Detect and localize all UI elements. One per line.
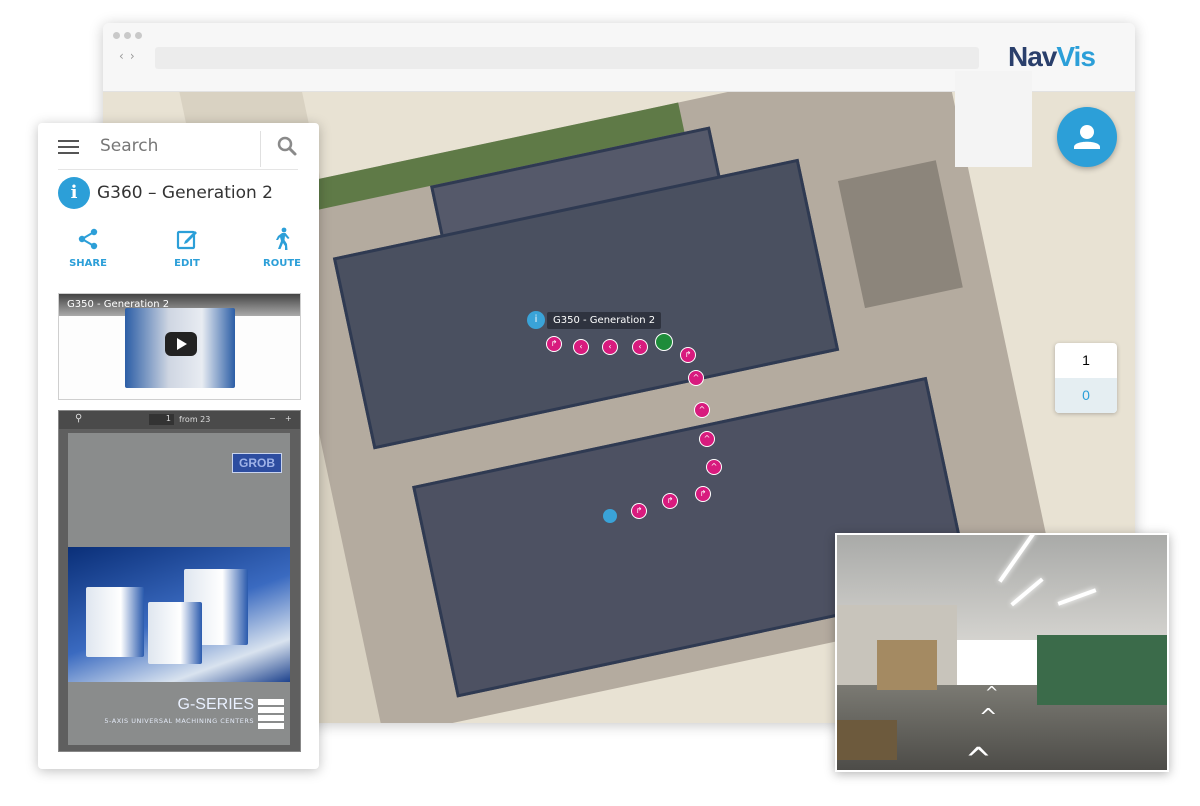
edit-icon xyxy=(176,230,197,250)
route-step-icon[interactable]: ^ xyxy=(706,459,722,475)
route-step-icon[interactable]: ‹ xyxy=(573,339,589,355)
brochure-headline: G-SERIES xyxy=(177,696,254,713)
share-button[interactable]: SHARE xyxy=(58,227,118,269)
info-icon: i xyxy=(58,177,90,209)
info-panel: Search i G360 – Generation 2 SHARE EDIT … xyxy=(38,123,319,769)
navvis-logo: NavVis xyxy=(1008,41,1096,73)
browser-nav: ‹ › xyxy=(119,49,141,63)
pdf-page: GROB G-SERIES 5-AXIS UNIVERSAL MACHINING… xyxy=(68,433,290,745)
user-icon xyxy=(1074,125,1100,149)
floor-button-active[interactable]: 0 xyxy=(1055,378,1117,413)
floor-button[interactable]: 1 xyxy=(1055,343,1117,378)
panorama-view[interactable]: ^ ^ ^ xyxy=(835,533,1169,772)
play-icon[interactable] xyxy=(165,332,197,356)
zoom-in-button[interactable]: + xyxy=(285,414,292,423)
poi-title: G360 – Generation 2 xyxy=(97,183,273,203)
chevron-right-icon[interactable]: › xyxy=(130,49,135,63)
window-dot[interactable] xyxy=(135,32,142,39)
page-input[interactable]: 1 xyxy=(149,414,174,425)
address-bar[interactable] xyxy=(155,47,979,69)
window-controls xyxy=(113,32,142,39)
divider xyxy=(58,169,298,170)
info-icon: i xyxy=(527,311,545,329)
route-step-icon[interactable]: ^ xyxy=(694,402,710,418)
floor-selector: 1 0 xyxy=(1055,343,1117,413)
route-step-icon[interactable]: ↱ xyxy=(546,336,562,352)
brochure-photo xyxy=(68,547,290,682)
pdf-toolbar: ⚲ 1 from 23 − + xyxy=(59,411,300,429)
route-step-icon[interactable]: ‹ xyxy=(602,339,618,355)
loading-area xyxy=(837,160,963,309)
route-step-icon[interactable]: ^ xyxy=(688,370,704,386)
edit-button[interactable]: EDIT xyxy=(157,227,217,269)
pdf-viewer[interactable]: ⚲ 1 from 23 − + GROB G-SERIES 5-AXIS UNI… xyxy=(58,410,301,752)
cardboard-boxes xyxy=(877,640,937,690)
video-player[interactable]: G350 - Generation 2 xyxy=(58,293,301,400)
grob-logo: GROB xyxy=(232,453,282,473)
route-label: ROUTE xyxy=(263,258,301,269)
user-button[interactable] xyxy=(1057,107,1117,167)
logo-vis: Vis xyxy=(1056,41,1096,72)
route-step-icon[interactable]: ↱ xyxy=(662,493,678,509)
logo-nav: Nav xyxy=(1008,41,1057,72)
current-location-icon xyxy=(603,509,617,523)
share-icon xyxy=(78,228,98,250)
page-total: from 23 xyxy=(179,415,211,424)
window-dot[interactable] xyxy=(113,32,120,39)
magnifier-icon[interactable]: ⚲ xyxy=(75,413,82,424)
machinery xyxy=(1037,635,1167,705)
divider xyxy=(260,131,261,167)
edit-label: EDIT xyxy=(174,258,200,269)
route-button[interactable]: ROUTE xyxy=(252,227,312,269)
machine-image xyxy=(86,587,144,657)
pallet xyxy=(837,720,897,760)
chevron-up-icon[interactable]: ^ xyxy=(985,683,998,702)
machine-image xyxy=(148,602,202,664)
fire-extinguisher-icon[interactable] xyxy=(655,333,673,351)
route-step-icon[interactable]: ‹ xyxy=(632,339,648,355)
chevron-up-icon[interactable]: ^ xyxy=(965,740,992,770)
chevron-left-icon[interactable]: ‹ xyxy=(119,49,124,63)
search-icon[interactable] xyxy=(276,135,298,161)
search-input[interactable]: Search xyxy=(100,136,158,156)
user-button-area xyxy=(955,71,1032,167)
model-tags xyxy=(258,699,284,731)
zoom-out-button[interactable]: − xyxy=(269,414,276,423)
route-step-icon[interactable]: ↱ xyxy=(680,347,696,363)
window-dot[interactable] xyxy=(124,32,131,39)
walking-person-icon xyxy=(276,227,290,250)
share-label: SHARE xyxy=(69,258,107,269)
menu-icon[interactable] xyxy=(58,140,79,158)
action-bar: SHARE EDIT ROUTE xyxy=(58,227,308,273)
chevron-up-icon[interactable]: ^ xyxy=(979,705,997,730)
route-step-icon[interactable]: ↱ xyxy=(695,486,711,502)
poi-marker[interactable]: i G350 - Generation 2 xyxy=(527,311,662,329)
route-step-icon[interactable]: ^ xyxy=(699,431,715,447)
poi-title-row: i G360 – Generation 2 xyxy=(58,177,273,209)
route-step-icon[interactable]: ↱ xyxy=(631,503,647,519)
brochure-subheadline: 5-AXIS UNIVERSAL MACHINING CENTERS xyxy=(104,717,254,725)
poi-label: G350 - Generation 2 xyxy=(547,311,662,329)
